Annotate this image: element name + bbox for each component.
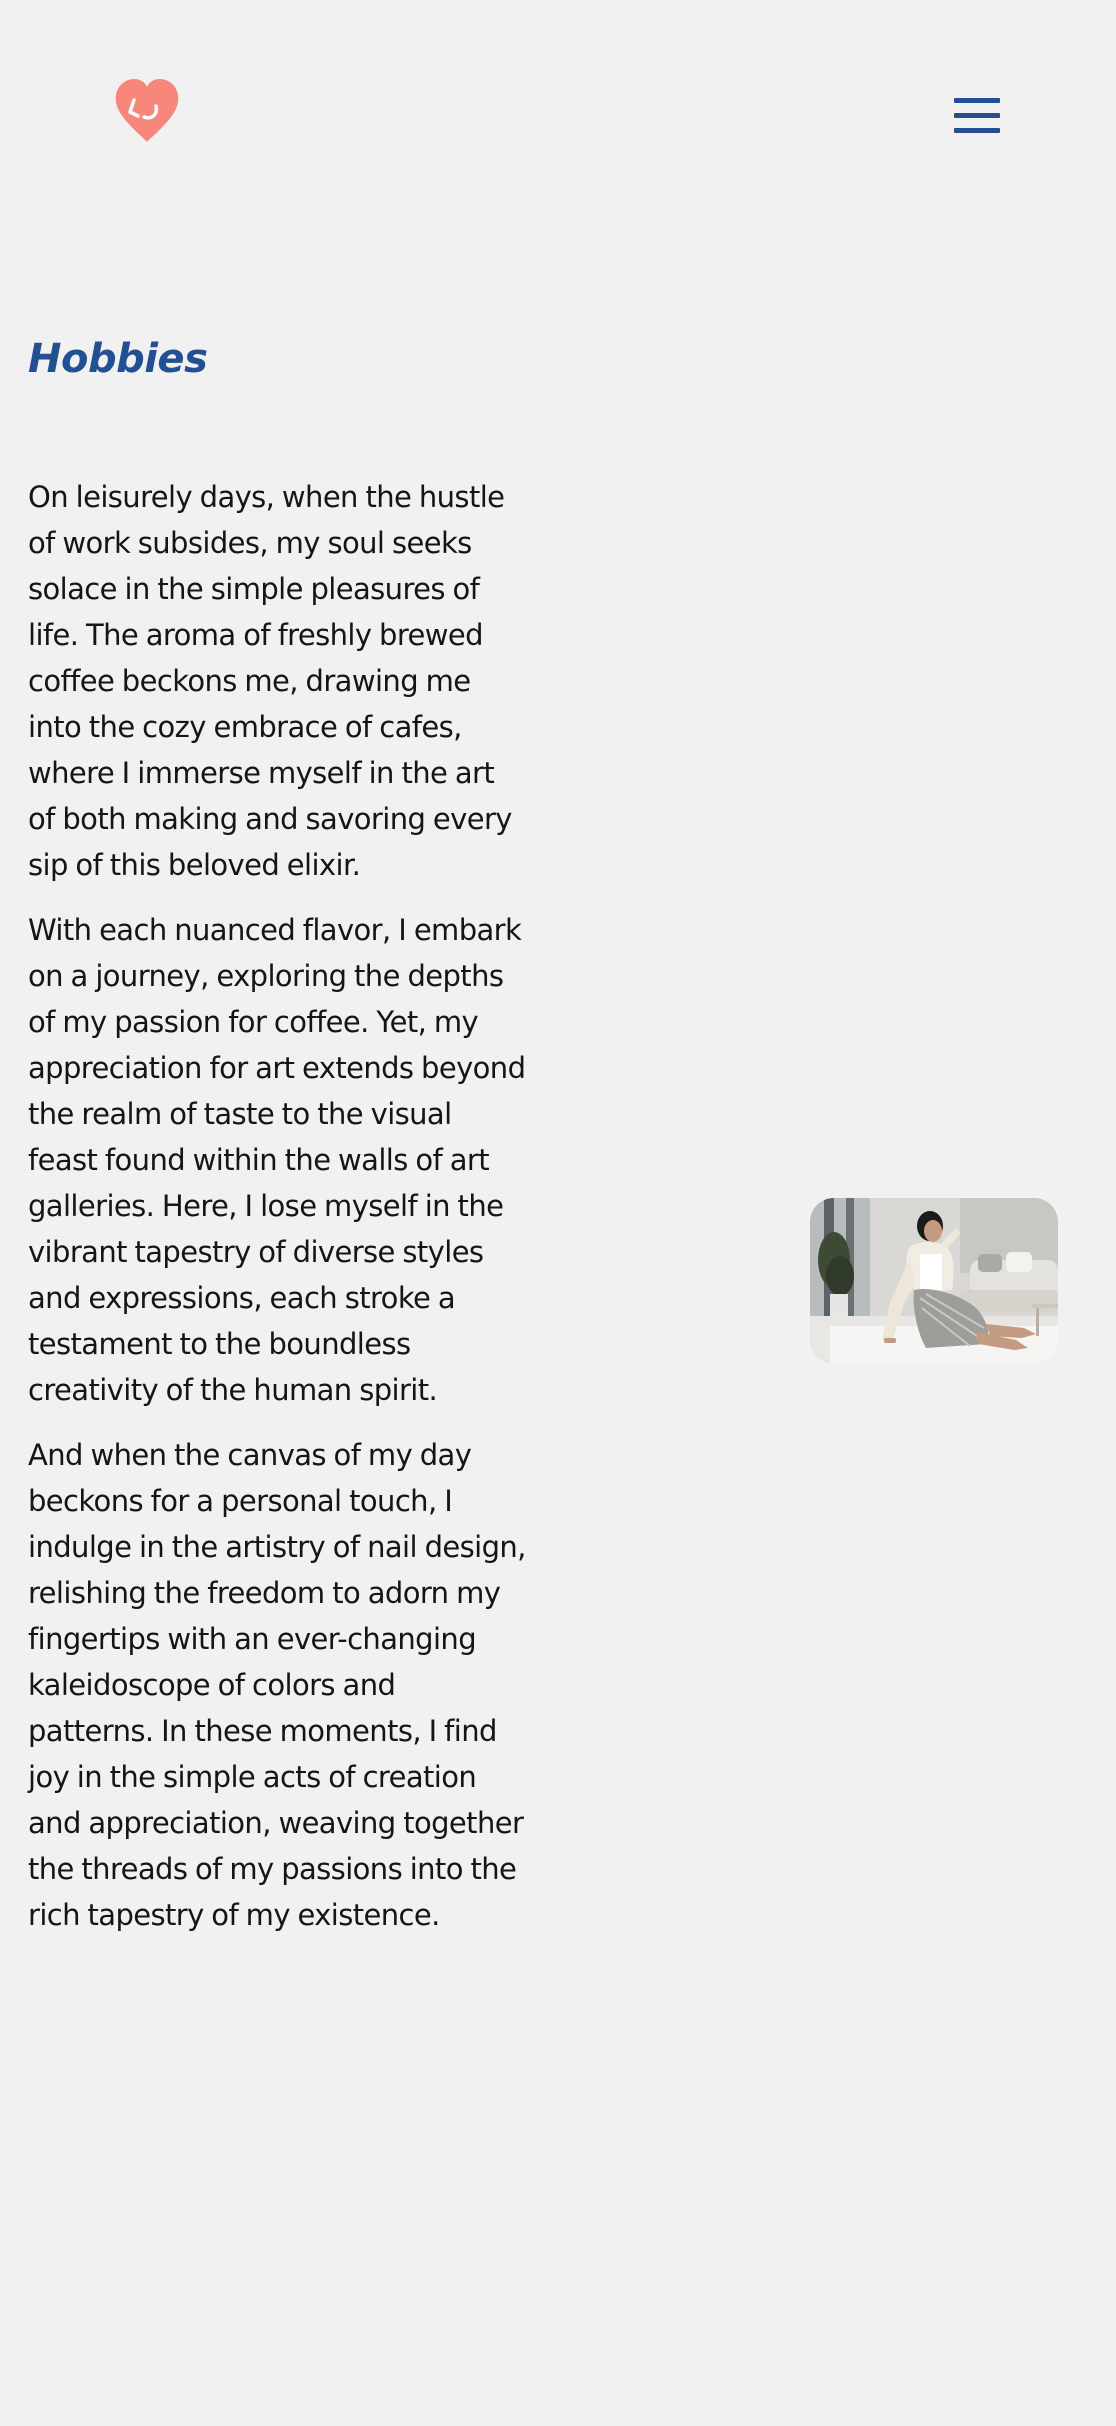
paragraph-coffee: On leisurely days, when the hustle of wo…: [28, 480, 512, 882]
paragraph-nails: And when the canvas of my day beckons fo…: [28, 1438, 526, 1932]
page-title: Hobbies: [28, 336, 208, 382]
hobbies-content: On leisurely days, when the hustle of wo…: [28, 474, 528, 1957]
heart-logo-icon: [115, 79, 179, 142]
hobby-photo: [810, 1198, 1058, 1363]
hamburger-menu-icon: [954, 98, 1000, 133]
logo[interactable]: [112, 76, 182, 146]
menu-button[interactable]: [952, 96, 1002, 136]
woman-sitting-on-floor-photo: [810, 1198, 1058, 1363]
paragraph-art: With each nuanced flavor, I embark on a …: [28, 913, 526, 1407]
